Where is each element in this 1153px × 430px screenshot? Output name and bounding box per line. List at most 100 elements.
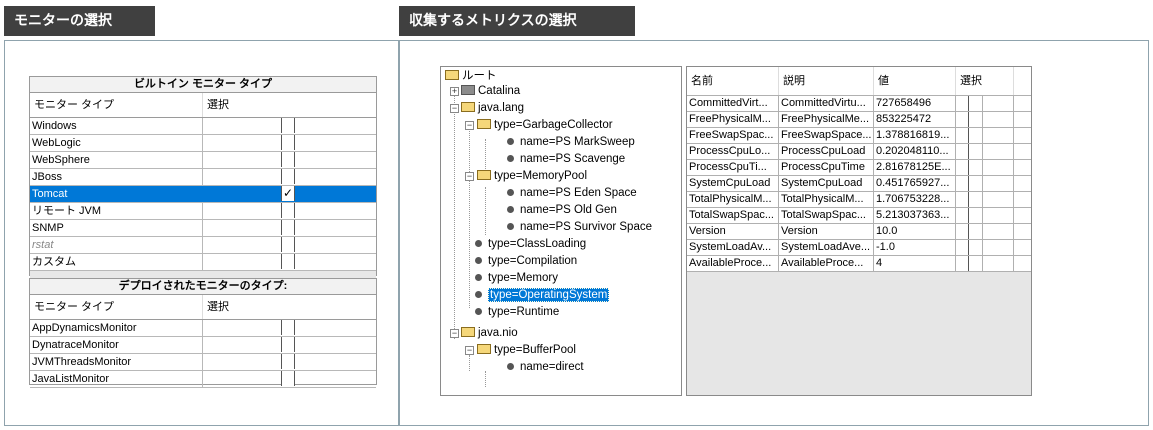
select-checkbox[interactable]	[281, 254, 295, 269]
table-row[interactable]: Version Version 10.0	[687, 224, 1031, 240]
select-checkbox[interactable]	[281, 169, 295, 184]
select-checkbox[interactable]	[281, 237, 295, 252]
open-folder-icon	[477, 170, 491, 180]
collapse-icon[interactable]: −	[465, 346, 474, 355]
metric-description-cell: ProcessCpuTime	[779, 160, 874, 175]
select-checkbox[interactable]: ✓	[281, 186, 295, 201]
tree-node-direct[interactable]: name=direct	[507, 359, 584, 375]
tree-node-ps-survivor-space[interactable]: name=PS Survivor Space	[507, 219, 652, 235]
table-row[interactable]: rstat	[30, 237, 376, 254]
table-row[interactable]: WebLogic	[30, 135, 376, 152]
select-checkbox[interactable]	[968, 112, 983, 127]
metric-value-cell: 1.706753228...	[874, 192, 956, 207]
tree-node-runtime[interactable]: type=Runtime	[475, 304, 559, 320]
select-checkbox[interactable]	[968, 240, 983, 255]
select-checkbox[interactable]	[281, 220, 295, 235]
table-row[interactable]: リモート JVM	[30, 203, 376, 220]
tree-node-memory-pool[interactable]: type=MemoryPool	[477, 168, 587, 184]
node-bullet-icon	[507, 363, 514, 370]
tree-node-ps-old-gen[interactable]: name=PS Old Gen	[507, 202, 617, 218]
select-checkbox[interactable]	[968, 256, 983, 271]
select-checkbox[interactable]	[281, 135, 295, 150]
deployed-table-header: モニター タイプ 選択	[30, 295, 376, 320]
metric-name-cell: Version	[687, 224, 779, 239]
metric-value-cell: 1.378816819...	[874, 128, 956, 143]
select-checkbox[interactable]	[281, 118, 295, 133]
metric-description-cell: FreePhysicalMe...	[779, 112, 874, 127]
select-checkbox[interactable]	[968, 96, 983, 111]
metric-value-cell: 2.81678125E...	[874, 160, 956, 175]
table-row[interactable]: FreePhysicalM... FreePhysicalMe... 8532254…	[687, 112, 1031, 128]
select-checkbox[interactable]	[281, 152, 295, 167]
tree-node-java-lang[interactable]: java.lang	[461, 100, 524, 116]
table-row[interactable]: CommittedVirt... CommittedVirtu... 7276584…	[687, 96, 1031, 112]
metric-description-cell: AvailableProce...	[779, 256, 874, 271]
table-row[interactable]: Tomcat ✓	[30, 186, 376, 203]
tree-node-garbage-collector[interactable]: type=GarbageCollector	[477, 117, 613, 133]
metrics-table-header: 名前 説明 値 選択	[687, 67, 1031, 96]
tree-node-catalina[interactable]: Catalina	[461, 83, 520, 99]
tree-node-operating-system[interactable]: type=OperatingSystem	[475, 287, 610, 303]
table-row[interactable]: TotalSwapSpac... TotalSwapSpac... 5.213037…	[687, 208, 1031, 224]
table-row[interactable]: SystemLoadAv... SystemLoadAve... -1.0	[687, 240, 1031, 256]
col-header-description: 説明	[779, 67, 874, 95]
tree-node-buffer-pool[interactable]: type=BufferPool	[477, 342, 576, 358]
table-row[interactable]: SystemCpuLoad SystemCpuLoad 0.451765927...	[687, 176, 1031, 192]
collapse-icon[interactable]: −	[450, 104, 459, 113]
expand-icon[interactable]: +	[450, 87, 459, 96]
mbean-tree[interactable]: ルート + Catalina − java.lang − type=Garbag…	[440, 66, 682, 396]
table-row[interactable]: DynatraceMonitor	[30, 337, 376, 354]
monitor-selection-banner: モニターの選択	[4, 6, 155, 36]
select-checkbox[interactable]	[968, 208, 983, 223]
table-row[interactable]: JavaListMonitor	[30, 371, 376, 388]
monitor-type-label: JVMThreadsMonitor	[30, 354, 203, 370]
table-row[interactable]: TotalPhysicalM... TotalPhysicalM... 1.7067…	[687, 192, 1031, 208]
select-checkbox[interactable]	[968, 160, 983, 175]
tree-node-ps-marksweep[interactable]: name=PS MarkSweep	[507, 134, 635, 150]
builtin-monitor-table: ビルトイン モニター タイプ モニター タイプ 選択 Windows WebLog…	[29, 76, 377, 285]
tree-node-memory[interactable]: type=Memory	[475, 270, 558, 286]
monitor-type-label: リモート JVM	[30, 203, 203, 219]
tree-node-ps-scavenge[interactable]: name=PS Scavenge	[507, 151, 625, 167]
table-row[interactable]: JVMThreadsMonitor	[30, 354, 376, 371]
open-folder-icon	[461, 327, 475, 337]
node-bullet-icon	[507, 189, 514, 196]
metric-name-cell: FreeSwapSpac...	[687, 128, 779, 143]
select-checkbox[interactable]	[281, 354, 295, 369]
collapse-icon[interactable]: −	[465, 172, 474, 181]
open-folder-icon	[477, 119, 491, 129]
table-row[interactable]: ProcessCpuTi... ProcessCpuTime 2.81678125E…	[687, 160, 1031, 176]
table-row[interactable]: JBoss	[30, 169, 376, 186]
select-checkbox[interactable]	[281, 203, 295, 218]
select-checkbox[interactable]	[968, 192, 983, 207]
metric-value-cell: 0.451765927...	[874, 176, 956, 191]
table-row[interactable]: AppDynamicsMonitor	[30, 320, 376, 337]
tree-node-java-nio[interactable]: java.nio	[461, 325, 518, 341]
collapse-icon[interactable]: −	[450, 329, 459, 338]
tree-node-compilation[interactable]: type=Compilation	[475, 253, 577, 269]
select-checkbox[interactable]	[281, 320, 295, 335]
table-row[interactable]: WebSphere	[30, 152, 376, 169]
select-checkbox[interactable]	[968, 176, 983, 191]
select-checkbox[interactable]	[281, 337, 295, 352]
select-checkbox[interactable]	[968, 128, 983, 143]
select-checkbox[interactable]	[968, 224, 983, 239]
monitor-type-label: rstat	[30, 237, 203, 253]
monitor-type-label: WebSphere	[30, 152, 203, 168]
col-header-select: 選択	[207, 99, 229, 111]
monitor-type-label: DynatraceMonitor	[30, 337, 203, 353]
select-checkbox[interactable]	[968, 144, 983, 159]
table-row[interactable]: Windows	[30, 118, 376, 135]
select-checkbox[interactable]	[281, 371, 295, 386]
table-row[interactable]: カスタム	[30, 254, 376, 271]
table-row[interactable]: AvailableProce... AvailableProce... 4	[687, 256, 1031, 272]
tree-node-ps-eden-space[interactable]: name=PS Eden Space	[507, 185, 637, 201]
metric-description-cell: Version	[779, 224, 874, 239]
tree-node-class-loading[interactable]: type=ClassLoading	[475, 236, 586, 252]
table-row[interactable]: FreeSwapSpac... FreeSwapSpace... 1.3788168…	[687, 128, 1031, 144]
collapse-icon[interactable]: −	[465, 121, 474, 130]
table-row[interactable]: SNMP	[30, 220, 376, 237]
node-bullet-icon	[475, 257, 482, 264]
table-row[interactable]: ProcessCpuLo... ProcessCpuLoad 0.202048110…	[687, 144, 1031, 160]
tree-node-root[interactable]: ルート	[445, 68, 497, 84]
